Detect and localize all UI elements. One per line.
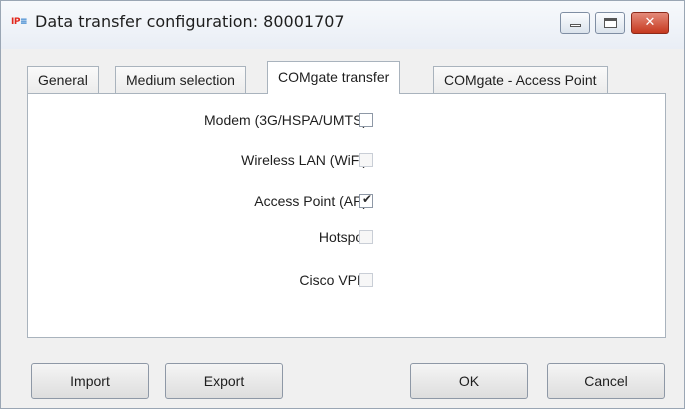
modem-checkbox[interactable] bbox=[359, 113, 373, 127]
option-row-hotspot: Hotspot: bbox=[28, 227, 667, 247]
dialog-window: IP≡ Data transfer configuration: 8000170… bbox=[0, 0, 685, 409]
option-row-wifi: Wireless LAN (WiFi): bbox=[28, 150, 667, 170]
option-row-access-point: Access Point (AP): ✔ bbox=[28, 191, 667, 211]
option-row-modem: Modem (3G/HSPA/UMTS): bbox=[28, 110, 667, 130]
tab-comgate-transfer[interactable]: COMgate transfer bbox=[267, 61, 401, 94]
wifi-checkbox[interactable] bbox=[359, 153, 373, 167]
access-point-label: Access Point (AP): bbox=[254, 193, 371, 209]
option-row-cisco-vpn: Cisco VPN: bbox=[28, 270, 667, 290]
tab-general[interactable]: General bbox=[27, 66, 99, 94]
maximize-button[interactable] bbox=[595, 12, 625, 34]
title-bar[interactable]: IP≡ Data transfer configuration: 8000170… bbox=[1, 1, 684, 49]
checkmark-icon: ✔ bbox=[362, 192, 373, 206]
minimize-button[interactable] bbox=[560, 12, 590, 34]
tab-medium-selection[interactable]: Medium selection bbox=[115, 66, 246, 94]
export-button[interactable]: Export bbox=[165, 363, 283, 399]
tab-panel-comgate-transfer: Modem (3G/HSPA/UMTS): Wireless LAN (WiFi… bbox=[27, 93, 666, 338]
minimize-icon bbox=[570, 24, 581, 27]
cancel-button[interactable]: Cancel bbox=[547, 363, 665, 399]
maximize-icon bbox=[604, 18, 617, 28]
window-title: Data transfer configuration: 80001707 bbox=[35, 12, 345, 31]
cisco-vpn-checkbox[interactable] bbox=[359, 273, 373, 287]
close-icon: ✕ bbox=[644, 15, 656, 30]
wifi-label: Wireless LAN (WiFi): bbox=[241, 152, 371, 168]
app-icon[interactable]: IP≡ bbox=[11, 14, 31, 30]
import-button[interactable]: Import bbox=[31, 363, 149, 399]
access-point-checkbox[interactable]: ✔ bbox=[359, 192, 373, 208]
ok-button[interactable]: OK bbox=[410, 363, 528, 399]
hotspot-checkbox[interactable] bbox=[359, 230, 373, 244]
modem-label: Modem (3G/HSPA/UMTS): bbox=[204, 112, 371, 128]
close-button[interactable]: ✕ bbox=[631, 12, 669, 34]
tab-comgate-access-point[interactable]: COMgate - Access Point bbox=[433, 66, 608, 94]
